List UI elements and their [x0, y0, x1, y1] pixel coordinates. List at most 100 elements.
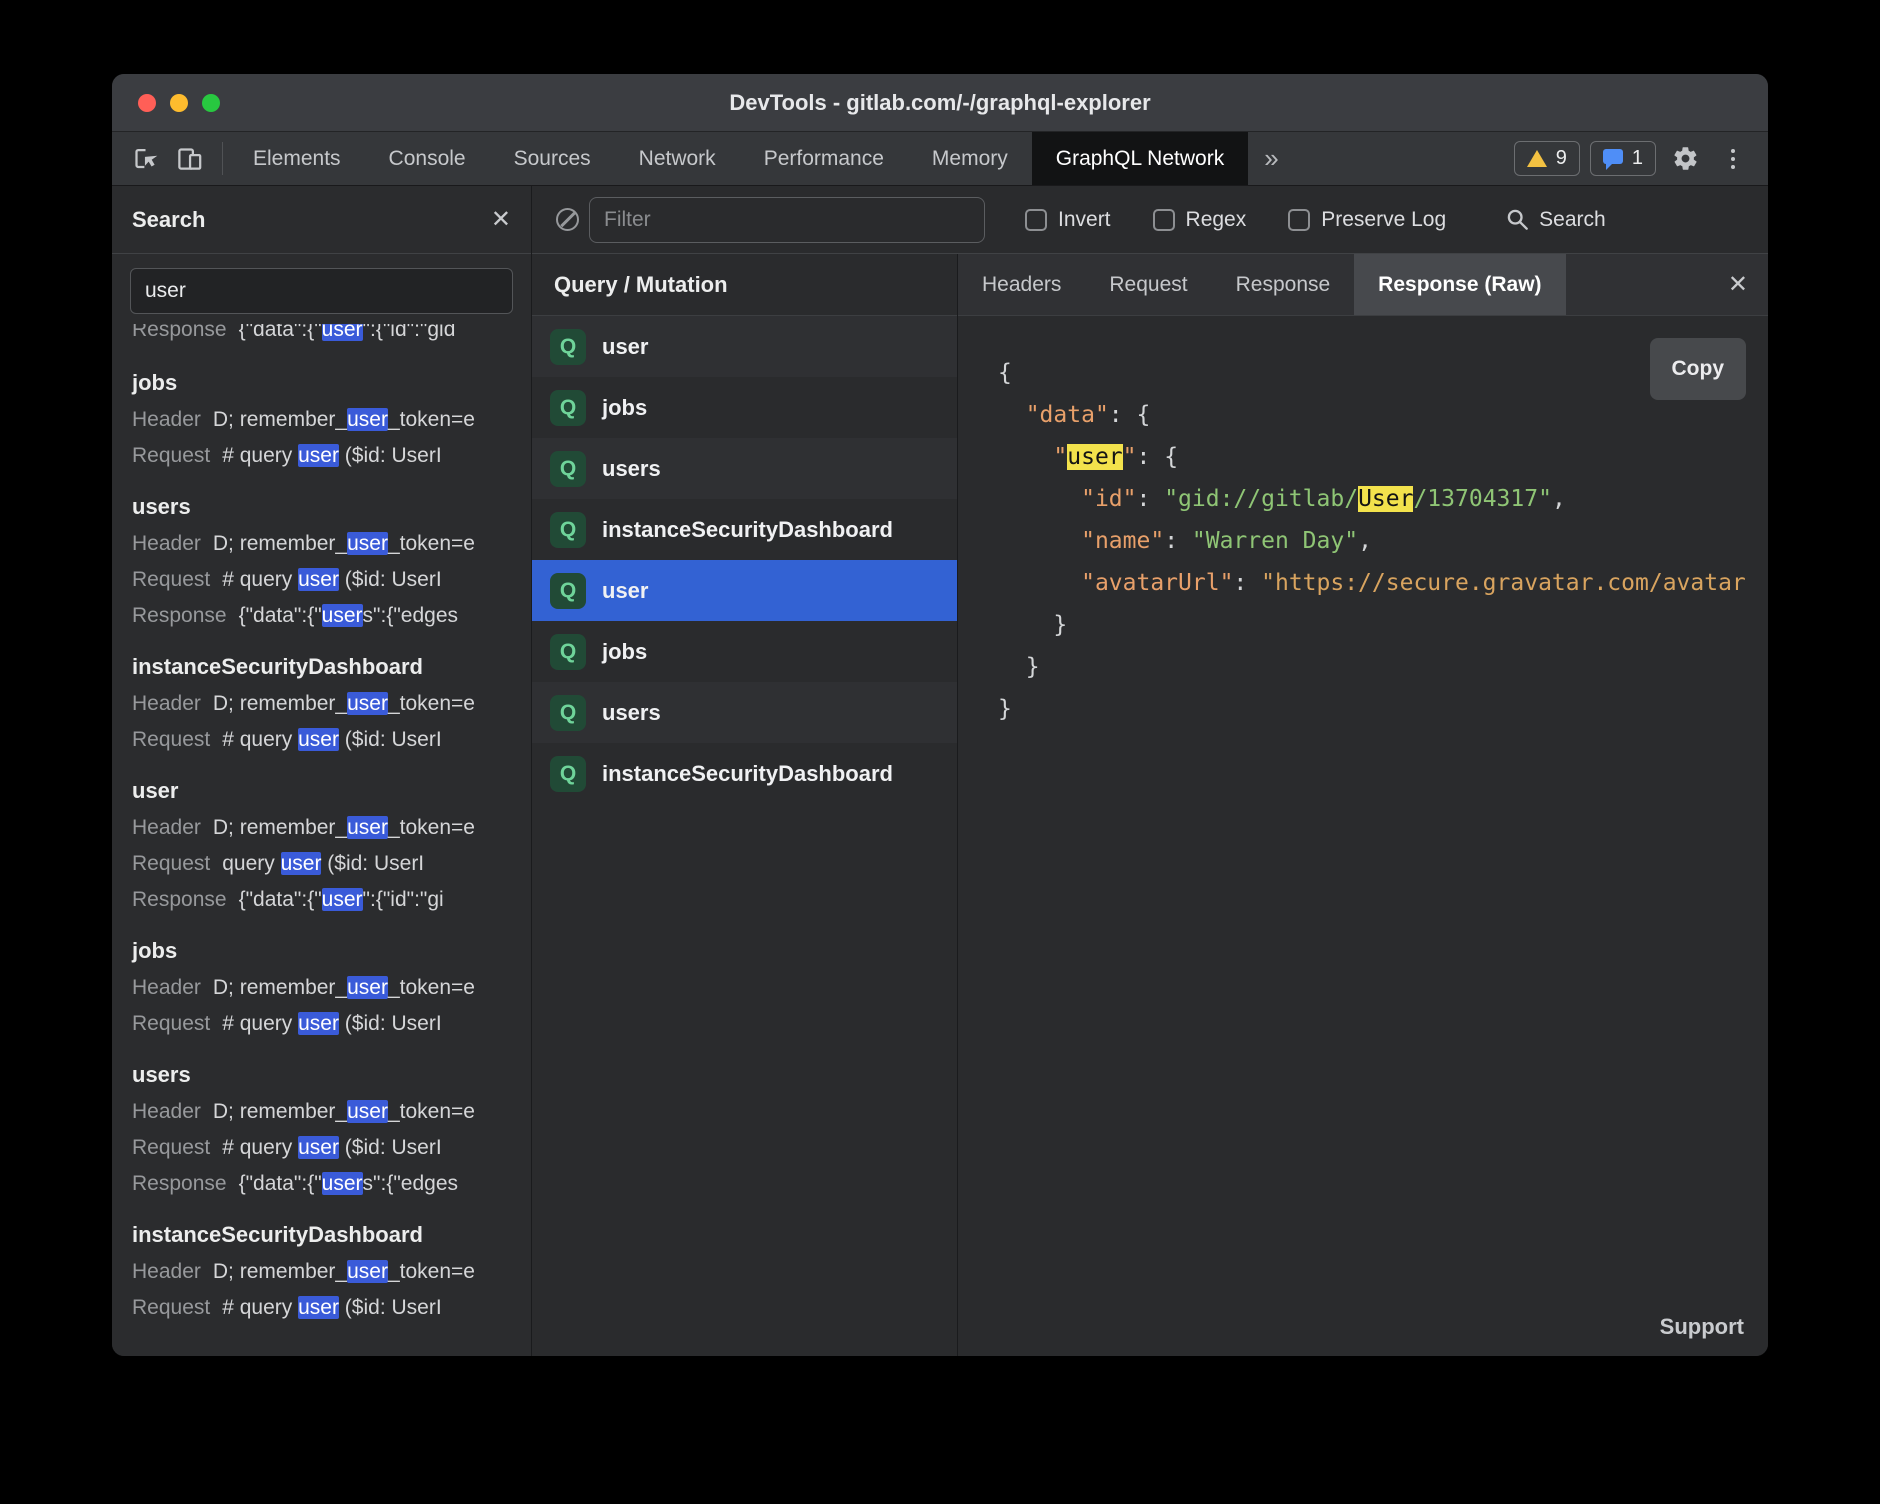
clipped-result-line[interactable]: Response{"data":{"user":{"id":"gid — [132, 324, 531, 350]
devtools-tab-memory[interactable]: Memory — [908, 132, 1032, 185]
filter-checkbox-preserve-log[interactable]: Preserve Log — [1288, 208, 1446, 232]
query-item-instancesecuritydashboard[interactable]: QinstanceSecurityDashboard — [532, 743, 957, 804]
response-raw-view: Copy { "data": { "user": { "id": "gid://… — [958, 316, 1768, 1356]
query-item-user[interactable]: Quser — [532, 560, 957, 621]
search-result-text: # query user ($id: UserI — [222, 1136, 441, 1160]
inspect-element-icon[interactable] — [126, 140, 164, 178]
query-item-jobs[interactable]: Qjobs — [532, 377, 957, 438]
search-result-line[interactable]: Response{"data":{"user":{"id":"gid — [132, 324, 531, 348]
query-item-user[interactable]: Quser — [532, 316, 957, 377]
devtools-tab-network[interactable]: Network — [615, 132, 740, 185]
search-panel-header: Search ✕ — [112, 186, 531, 254]
search-result-text: {"data":{"user":{"id":"gi — [239, 888, 444, 912]
search-result-label: Header — [132, 816, 201, 840]
search-result-line[interactable]: Response{"data":{"users":{"edges — [132, 1166, 531, 1202]
more-tabs-icon[interactable]: » — [1248, 132, 1294, 185]
checkbox-icon[interactable] — [1288, 209, 1310, 231]
search-result-text: D; remember_user_token=e — [213, 1260, 475, 1284]
search-result-line[interactable]: HeaderD; remember_user_token=e — [132, 526, 531, 562]
code-line: } — [998, 604, 1748, 646]
query-item-jobs[interactable]: Qjobs — [532, 621, 957, 682]
query-item-label: jobs — [602, 639, 647, 665]
search-result-label: Header — [132, 1260, 201, 1284]
clear-requests-icon[interactable] — [556, 208, 579, 231]
search-result-line[interactable]: HeaderD; remember_user_token=e — [132, 686, 531, 722]
minimize-window-button[interactable] — [170, 94, 188, 112]
devtools-tab-elements[interactable]: Elements — [229, 132, 365, 185]
search-match-highlight: user — [322, 1172, 363, 1195]
devtools-tab-performance[interactable]: Performance — [740, 132, 908, 185]
search-result-group-title: jobs — [132, 932, 531, 970]
search-result-text: # query user ($id: UserI — [222, 444, 441, 468]
search-result-text: D; remember_user_token=e — [213, 816, 475, 840]
filter-checkbox-invert[interactable]: Invert — [1025, 208, 1111, 232]
query-item-users[interactable]: Qusers — [532, 682, 957, 743]
zoom-window-button[interactable] — [202, 94, 220, 112]
detail-tab-response-raw[interactable]: Response (Raw) — [1354, 254, 1565, 315]
code-line: "name": "Warren Day", — [998, 520, 1748, 562]
detail-tab-strip: HeadersRequestResponseResponse (Raw) — [958, 254, 1566, 315]
devtools-tab-graphql-network[interactable]: GraphQL Network — [1032, 132, 1248, 185]
search-toggle[interactable]: Search — [1506, 208, 1606, 232]
support-link[interactable]: Support — [1660, 1314, 1744, 1340]
search-result-label: Request — [132, 1296, 210, 1320]
title-bar[interactable]: DevTools - gitlab.com/-/graphql-explorer — [112, 74, 1768, 132]
search-result-text: query user ($id: UserI — [222, 852, 424, 876]
search-result-line[interactable]: HeaderD; remember_user_token=e — [132, 402, 531, 438]
search-result-line[interactable]: Request# query user ($id: UserI — [132, 722, 531, 758]
devtools-tab-console[interactable]: Console — [365, 132, 490, 185]
search-result-text: D; remember_user_token=e — [213, 976, 475, 1000]
query-list[interactable]: QuserQjobsQusersQinstanceSecurityDashboa… — [532, 316, 957, 1356]
search-result-line[interactable]: Header D; remember_user_token=e — [132, 1254, 531, 1290]
search-result-line[interactable]: Request# query user ($id: UserI — [132, 1006, 531, 1042]
device-toolbar-icon[interactable] — [170, 140, 208, 178]
issues-badge[interactable]: 1 — [1590, 141, 1656, 176]
close-window-button[interactable] — [138, 94, 156, 112]
detail-close-icon[interactable]: ✕ — [1728, 273, 1768, 297]
search-result-line[interactable]: Request# query user ($id: UserI — [132, 1290, 531, 1326]
copy-button[interactable]: Copy — [1650, 338, 1747, 400]
search-result-text: {"data":{"user":{"id":"gid — [239, 324, 456, 342]
query-type-icon: Q — [550, 695, 586, 731]
detail-tab-headers[interactable]: Headers — [958, 254, 1085, 315]
query-type-icon: Q — [550, 390, 586, 426]
search-result-line[interactable]: Header D; remember_user_token=e — [132, 810, 531, 846]
detail-tab-request[interactable]: Request — [1085, 254, 1211, 315]
query-item-users[interactable]: Qusers — [532, 438, 957, 499]
checkbox-icon[interactable] — [1025, 209, 1047, 231]
filter-input[interactable] — [589, 197, 985, 243]
main-content: Search ✕ Response{"data":{"user":{"id":"… — [112, 186, 1768, 1356]
search-result-group-title: instanceSecurityDashboard — [132, 648, 531, 686]
checkbox-icon[interactable] — [1153, 209, 1175, 231]
search-result-line[interactable]: Header D; remember_user_token=e — [132, 970, 531, 1006]
devtools-tab-sources[interactable]: Sources — [490, 132, 615, 185]
search-result-line[interactable]: Response{"data":{"users":{"edges — [132, 598, 531, 634]
issues-count: 1 — [1632, 147, 1643, 170]
query-item-label: instanceSecurityDashboard — [602, 761, 893, 787]
search-match-highlight: user — [298, 728, 339, 751]
more-options-icon[interactable] — [1714, 140, 1752, 178]
search-result-line[interactable]: Requestquery user ($id: UserI — [132, 846, 531, 882]
search-result-text: D; remember_user_token=e — [213, 1100, 475, 1124]
query-item-label: user — [602, 334, 648, 360]
toolbar-separator — [222, 142, 223, 175]
search-result-line[interactable]: Request# query user ($id: UserI — [132, 562, 531, 598]
filter-checkboxes: Invert Regex Preserve Log — [1025, 208, 1446, 232]
filter-checkbox-regex[interactable]: Regex — [1153, 208, 1247, 232]
query-type-icon: Q — [550, 451, 586, 487]
search-result-line[interactable]: Request# query user ($id: UserI — [132, 1130, 531, 1166]
search-result-line[interactable]: Request# query user ($id: UserI — [132, 438, 531, 474]
search-result-line[interactable]: HeaderD; remember_user_token=e — [132, 1094, 531, 1130]
query-item-instancesecuritydashboard[interactable]: QinstanceSecurityDashboard — [532, 499, 957, 560]
search-results-list[interactable]: Response{"data":{"user":{"id":"gid jobs He… — [112, 322, 531, 1356]
detail-tab-response[interactable]: Response — [1212, 254, 1355, 315]
search-result-label: Header — [132, 976, 201, 1000]
search-match-highlight: user — [347, 408, 388, 431]
search-close-icon[interactable]: ✕ — [491, 208, 511, 232]
search-result-line[interactable]: Response{"data":{"user":{"id":"gi — [132, 882, 531, 918]
message-icon — [1603, 149, 1623, 164]
search-input[interactable] — [130, 268, 513, 314]
settings-gear-icon[interactable] — [1666, 140, 1704, 178]
devtools-window: DevTools - gitlab.com/-/graphql-explorer… — [112, 74, 1768, 1356]
warnings-badge[interactable]: 9 — [1514, 141, 1580, 176]
